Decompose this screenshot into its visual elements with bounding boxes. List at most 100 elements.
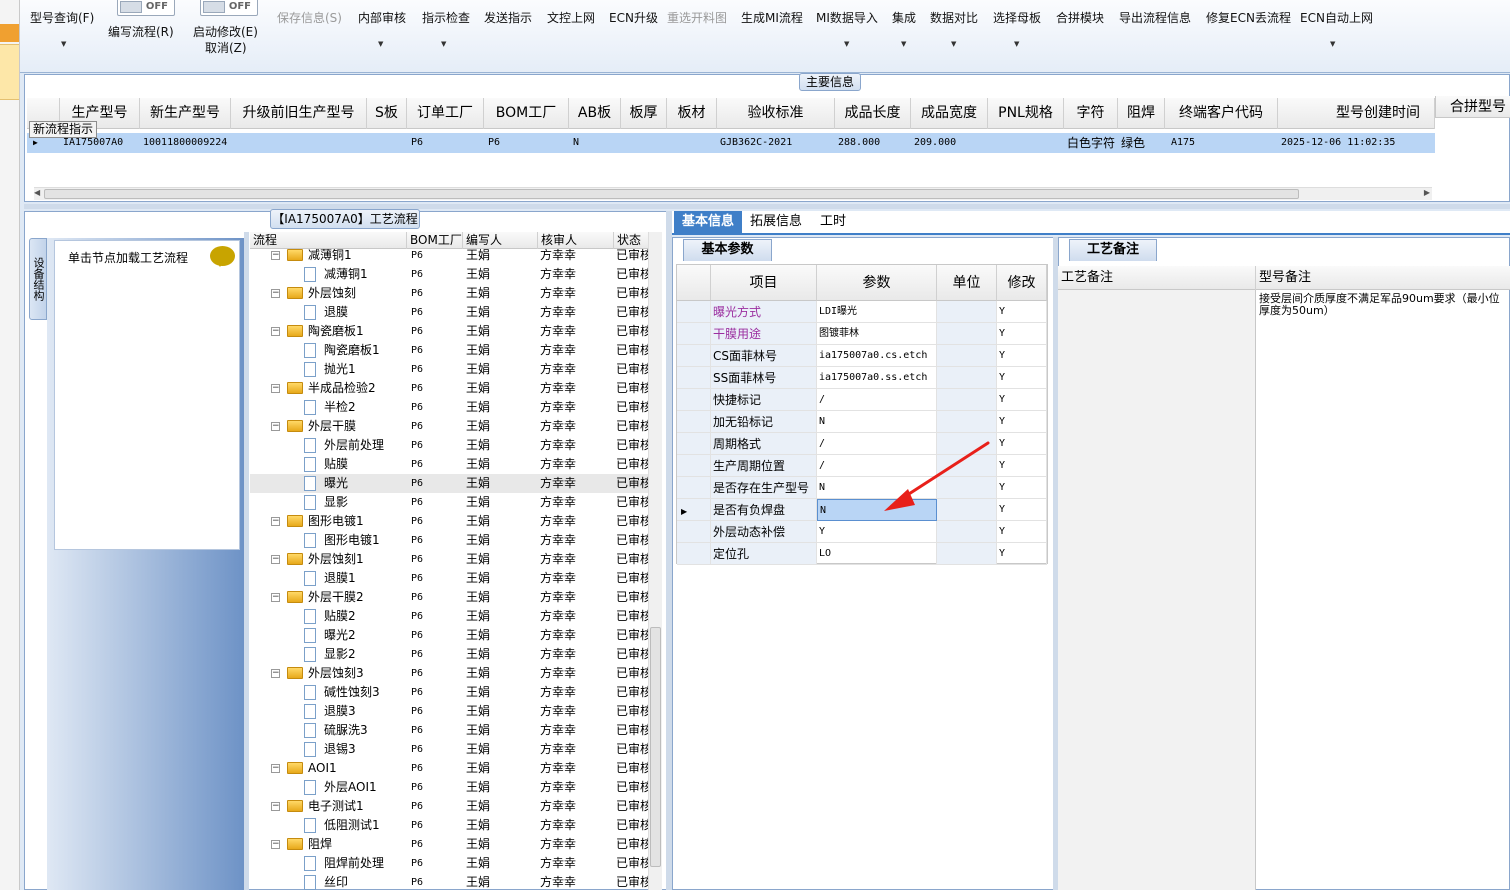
tree-row[interactable]: 图形电镀1 P6 王娟 方幸幸 已审核 (250, 531, 648, 550)
chevron-down-icon[interactable]: ▼ (61, 40, 66, 48)
cell-length[interactable]: 288.000 (835, 133, 911, 153)
param-value[interactable]: 图镀菲林 (817, 323, 937, 345)
merge-model-header[interactable]: 合拼型号 (1435, 96, 1510, 118)
tab-extended-info[interactable]: 拓展信息 (742, 211, 810, 233)
col-header-process-remark[interactable]: 工艺备注 (1058, 266, 1256, 290)
tree-row[interactable]: 退锡3 P6 王娟 方幸幸 已审核 (250, 740, 648, 759)
collapse-toggle-icon[interactable]: − (271, 384, 280, 393)
collapse-toggle-icon[interactable]: − (271, 555, 280, 564)
tree-row[interactable]: − 图形电镀1 P6 王娟 方幸幸 已审核 (250, 512, 648, 531)
tree-row[interactable]: 丝印 P6 王娟 方幸幸 已审核 (250, 873, 648, 890)
col-header-acceptance-std[interactable]: 验收标准 (717, 98, 835, 129)
tree-row[interactable]: 贴膜 P6 王娟 方幸幸 已审核 (250, 455, 648, 474)
col-header-thickness[interactable]: 板厚 (621, 98, 667, 129)
col-header-writer[interactable]: 编写人 (463, 232, 538, 249)
col-header-pnl[interactable]: PNL规格 (988, 98, 1064, 129)
repair-ecn-flow-button[interactable]: 修复ECN丢流程 (1206, 8, 1291, 28)
cell-order-factory[interactable]: P6 (407, 133, 484, 153)
param-row[interactable]: 曝光方式 LDI曝光 Y (677, 301, 1047, 323)
node-hint-box[interactable]: 单击节点加载工艺流程 (54, 240, 240, 550)
col-header-param[interactable]: 参数 (817, 265, 937, 301)
collapse-toggle-icon[interactable]: − (271, 593, 280, 602)
param-value[interactable]: LDI曝光 (817, 301, 937, 323)
cell-character[interactable]: 白色字符 (1064, 133, 1118, 153)
instruction-check-button[interactable]: 指示检查 (422, 8, 470, 28)
param-row[interactable]: SS面菲林号 ia175007a0.ss.etch Y (677, 367, 1047, 389)
param-modified[interactable]: Y (997, 367, 1047, 389)
param-modified[interactable]: Y (997, 477, 1047, 499)
export-flow-info-button[interactable]: 导出流程信息 (1119, 8, 1191, 28)
row-indicator[interactable] (677, 521, 711, 543)
collapse-toggle-icon[interactable]: − (271, 764, 280, 773)
col-header-unit[interactable]: 单位 (937, 265, 997, 301)
row-indicator[interactable] (677, 433, 711, 455)
vertical-splitter[interactable] (244, 232, 249, 890)
tree-row[interactable]: − 外层蚀刻 P6 王娟 方幸幸 已审核 (250, 284, 648, 303)
cell-ab-board[interactable]: N (569, 133, 621, 153)
collapse-toggle-icon[interactable]: − (271, 802, 280, 811)
tree-row[interactable]: 硫脲洗3 P6 王娟 方幸幸 已审核 (250, 721, 648, 740)
col-header-bom-factory[interactable]: BOM工厂 (407, 232, 463, 249)
row-indicator[interactable]: ▶ (677, 499, 711, 521)
cell-bom-factory[interactable]: P6 (484, 133, 569, 153)
param-unit[interactable] (937, 389, 997, 411)
tree-row[interactable]: 退膜3 P6 王娟 方幸幸 已审核 (250, 702, 648, 721)
cancel-button[interactable]: 取消(Z) (205, 38, 247, 58)
select-mother-board-button[interactable]: 选择母板 (993, 8, 1041, 28)
collapse-toggle-icon[interactable]: − (271, 517, 280, 526)
cell-thickness[interactable] (621, 133, 667, 153)
tree-row[interactable]: − 电子测试1 P6 王娟 方幸幸 已审核 (250, 797, 648, 816)
row-indicator[interactable] (677, 455, 711, 477)
ecn-upgrade-button[interactable]: ECN升级 (609, 8, 658, 28)
generate-mi-flow-button[interactable]: 生成MI流程 (741, 8, 803, 28)
cell-s-board[interactable] (367, 133, 407, 153)
col-header-reviewer[interactable]: 核审人 (538, 232, 614, 249)
param-unit[interactable] (937, 521, 997, 543)
collapse-toggle-icon[interactable]: − (271, 289, 280, 298)
col-header-customer-code[interactable]: 终端客户代码 (1165, 98, 1278, 129)
row-indicator[interactable] (677, 411, 711, 433)
chevron-down-icon[interactable]: ▼ (1014, 40, 1019, 48)
param-row[interactable]: 快捷标记 / Y (677, 389, 1047, 411)
mi-data-import-button[interactable]: MI数据导入 (816, 8, 878, 28)
tree-row[interactable]: 低阻测试1 P6 王娟 方幸幸 已审核 (250, 816, 648, 835)
param-row[interactable]: 外层动态补偿 Y Y (677, 521, 1047, 543)
col-header-ab-board[interactable]: AB板 (569, 98, 621, 129)
doc-control-online-button[interactable]: 文控上网 (547, 8, 595, 28)
model-query-button[interactable]: 型号查询(F) (30, 8, 94, 28)
side-tab-equipment[interactable]: 设备结构 (29, 238, 47, 320)
param-modified[interactable]: Y (997, 345, 1047, 367)
scrollbar-thumb[interactable] (650, 627, 661, 867)
chevron-down-icon[interactable]: ▼ (844, 40, 849, 48)
col-header-length[interactable]: 成品长度 (835, 98, 911, 129)
cell-material[interactable] (667, 133, 717, 153)
param-value[interactable]: ia175007a0.ss.etch (817, 367, 937, 389)
param-modified[interactable]: Y (997, 455, 1047, 477)
param-value[interactable]: N (817, 411, 937, 433)
process-tree[interactable]: − 减薄铜1 P6 王娟 方幸幸 已审核 减薄铜1 P6 王娟 方幸幸 已审核 − 外层蚀刻 P6 王娟 方幸… (250, 249, 648, 890)
param-row[interactable]: 定位孔 LO Y (677, 543, 1047, 565)
col-header-old-model[interactable]: 升级前旧生产型号 (231, 98, 367, 129)
tree-vertical-scrollbar[interactable] (648, 232, 662, 890)
table-row[interactable]: ▶ IA175007A0 10011800009224 P6 P6 N GJB3… (27, 133, 1435, 153)
param-value[interactable]: LO (817, 543, 937, 565)
tree-row[interactable]: − 陶瓷磨板1 P6 王娟 方幸幸 已审核 (250, 322, 648, 341)
tab-basic-info[interactable]: 基本信息 (674, 211, 743, 233)
param-modified[interactable]: Y (997, 521, 1047, 543)
write-flow-button[interactable]: 编写流程(R) (108, 22, 174, 42)
tree-row[interactable]: 曝光2 P6 王娟 方幸幸 已审核 (250, 626, 648, 645)
row-indicator[interactable] (677, 389, 711, 411)
col-header-character[interactable]: 字符 (1064, 98, 1118, 129)
chevron-down-icon[interactable]: ▼ (951, 40, 956, 48)
tree-row[interactable]: 曝光 P6 王娟 方幸幸 已审核 (250, 474, 648, 493)
col-header-model-remark[interactable]: 型号备注 (1256, 266, 1510, 290)
collapse-toggle-icon[interactable]: − (271, 327, 280, 336)
save-info-button[interactable]: 保存信息(S) (277, 8, 342, 28)
cell-acceptance-std[interactable]: GJB362C-2021 (717, 133, 835, 153)
tree-row[interactable]: − 外层干膜 P6 王娟 方幸幸 已审核 (250, 417, 648, 436)
col-header-material[interactable]: 板材 (667, 98, 717, 129)
col-header-width[interactable]: 成品宽度 (911, 98, 988, 129)
param-unit[interactable] (937, 323, 997, 345)
tree-row[interactable]: 外层前处理 P6 王娟 方幸幸 已审核 (250, 436, 648, 455)
param-value[interactable]: ia175007a0.cs.etch (817, 345, 937, 367)
